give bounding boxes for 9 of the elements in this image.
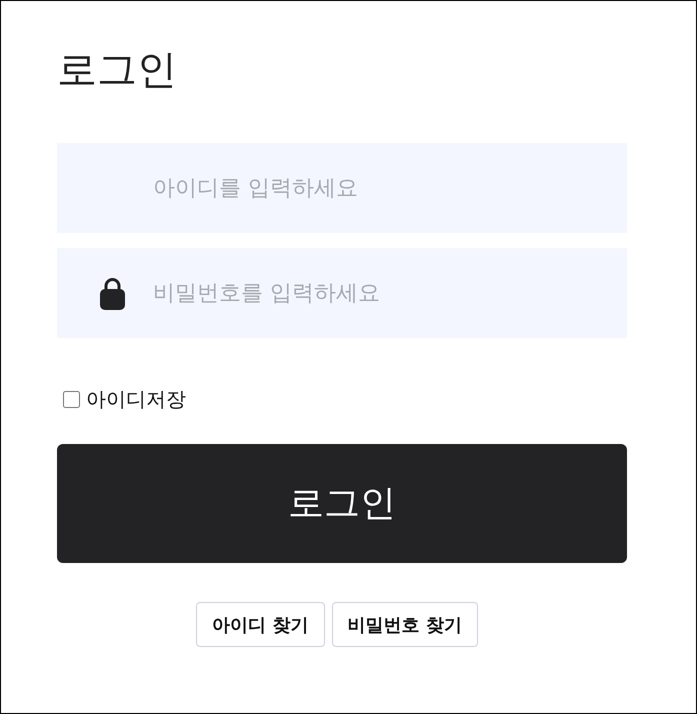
- lock-icon: [100, 277, 125, 310]
- find-id-button[interactable]: 아이디 찾기: [196, 602, 324, 647]
- remember-label: 아이디저장: [86, 386, 186, 413]
- find-password-button[interactable]: 비밀번호 찾기: [332, 602, 478, 647]
- page-title: 로그인: [57, 46, 177, 94]
- id-field[interactable]: 아이디를 입력하세요: [57, 143, 627, 233]
- login-button[interactable]: 로그인: [57, 444, 627, 563]
- password-field[interactable]: 비밀번호를 입력하세요: [57, 248, 627, 338]
- remember-checkbox[interactable]: [63, 390, 80, 408]
